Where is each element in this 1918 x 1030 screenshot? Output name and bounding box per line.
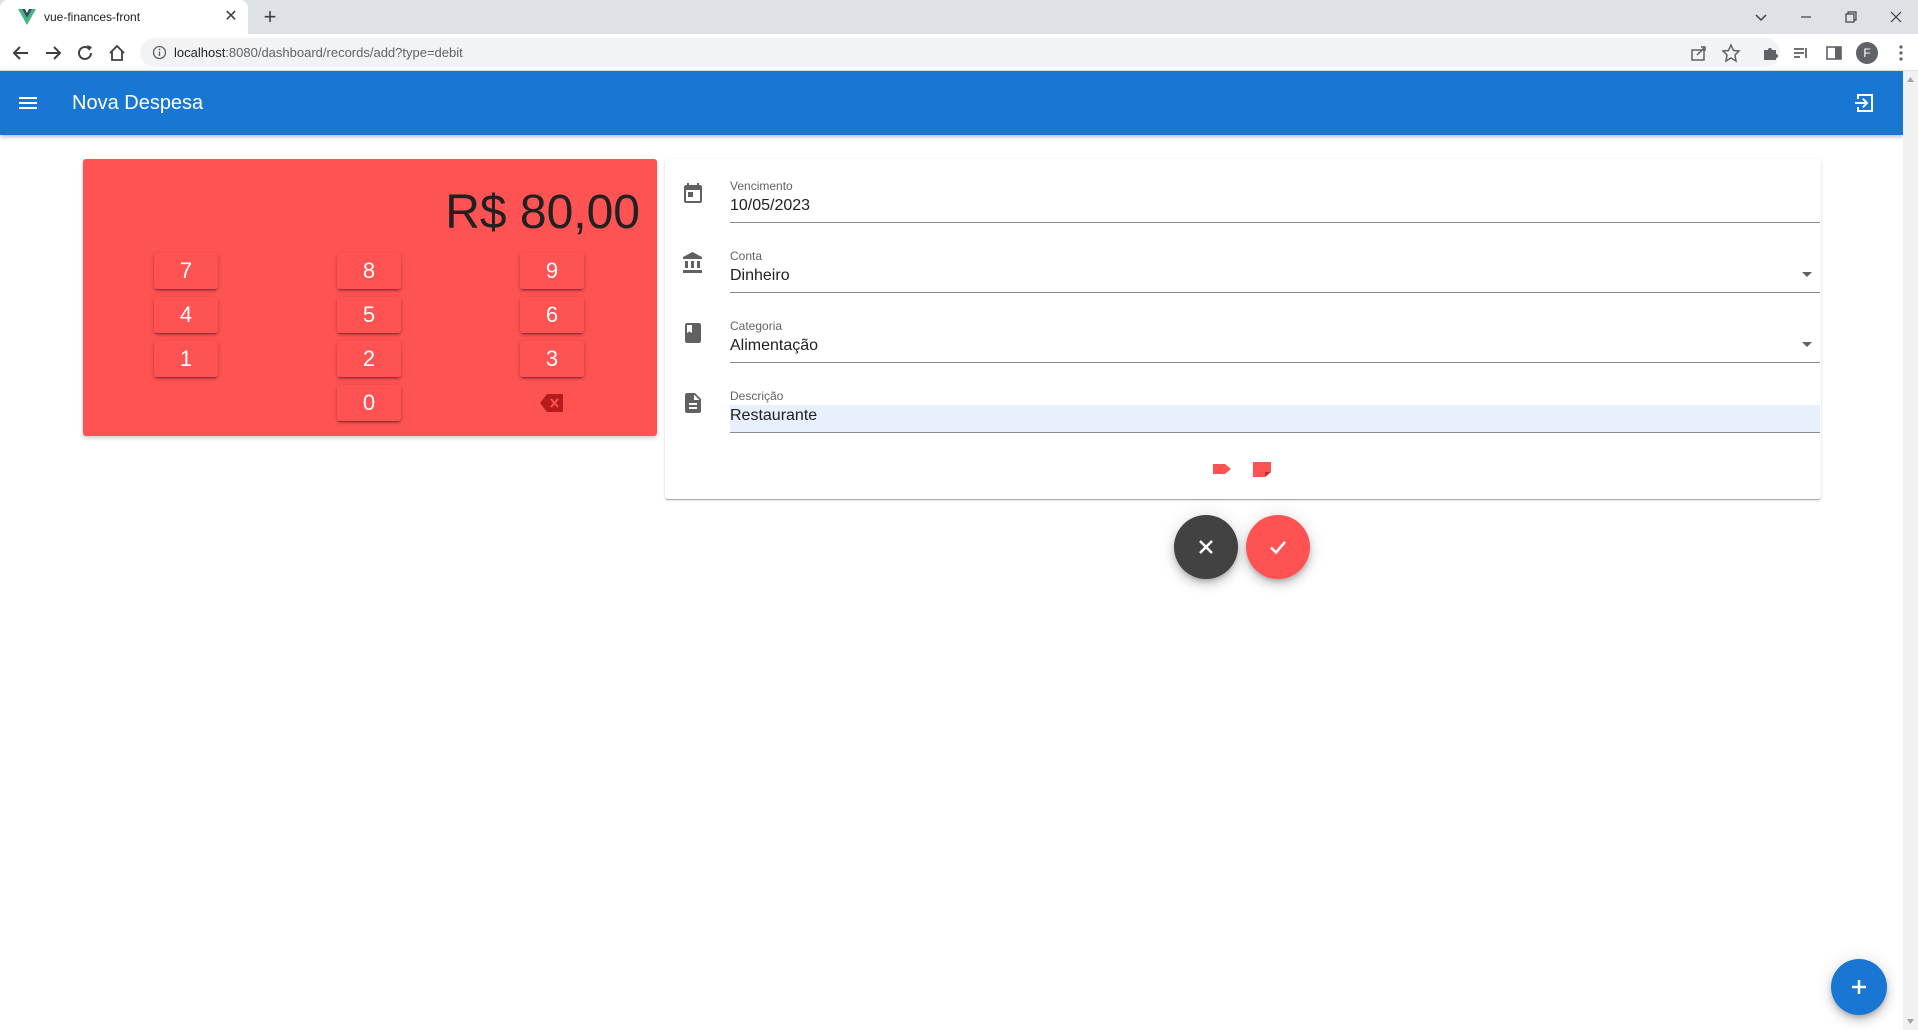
browser-tab[interactable]: vue-finances-front ✕ [0, 0, 248, 34]
tab-title: vue-finances-front [44, 10, 141, 24]
description-field[interactable]: Descrição Restaurante [681, 369, 1820, 433]
key-8[interactable]: 8 [337, 253, 401, 289]
account-label: Conta [730, 249, 763, 263]
url-path: :8080/dashboard/records/add?type=debit [225, 45, 463, 60]
account-dropdown-arrow-icon[interactable] [1802, 272, 1812, 277]
account-value[interactable]: Dinheiro [730, 267, 790, 285]
description-input-background [730, 405, 1820, 433]
cancel-button[interactable] [1174, 515, 1238, 579]
account-underline [730, 292, 1820, 293]
add-record-button[interactable] [1831, 959, 1887, 1015]
key-7[interactable]: 7 [154, 253, 218, 289]
check-icon [1270, 541, 1286, 555]
tab-search-icon[interactable] [1750, 6, 1772, 28]
browser-toolbar: localhost:8080/dashboard/records/add?typ… [0, 34, 1918, 71]
key-3[interactable]: 3 [520, 341, 584, 377]
close-window-icon[interactable] [1885, 6, 1907, 28]
bookmark-star-icon[interactable] [1720, 42, 1742, 64]
category-value[interactable]: Alimentação [730, 337, 818, 355]
vue-logo-icon [18, 9, 36, 25]
close-tab-icon[interactable]: ✕ [222, 8, 240, 26]
minimize-icon[interactable] [1795, 6, 1817, 28]
description-input[interactable]: Restaurante [730, 407, 817, 425]
due-date-underline [730, 222, 1820, 223]
profile-avatar[interactable]: F [1856, 42, 1878, 64]
restore-icon[interactable] [1840, 6, 1862, 28]
key-0[interactable]: 0 [337, 385, 401, 421]
tag-icon[interactable] [1210, 457, 1234, 481]
address-bar[interactable]: localhost:8080/dashboard/records/add?typ… [140, 38, 1780, 67]
close-icon [1199, 540, 1213, 554]
category-label: Categoria [730, 319, 783, 333]
bank-icon [683, 252, 702, 273]
backspace-button[interactable] [520, 385, 584, 421]
key-2[interactable]: 2 [337, 341, 401, 377]
due-date-field[interactable]: Vencimento 10/05/2023 [681, 159, 1820, 223]
plus-icon [1852, 980, 1866, 994]
category-dropdown-arrow-icon[interactable] [1802, 342, 1812, 347]
account-select[interactable]: Conta Dinheiro [681, 229, 1820, 293]
reload-icon[interactable] [74, 42, 96, 64]
media-queue-icon[interactable] [1790, 42, 1812, 64]
book-icon [685, 323, 701, 343]
amount-keypad-card: R$ 80,00 7 8 9 4 5 6 1 2 3 0 [83, 159, 657, 436]
page-title: Nova Despesa [72, 92, 204, 114]
confirm-button[interactable] [1246, 515, 1310, 579]
category-select[interactable]: Categoria Alimentação [681, 299, 1820, 363]
due-date-label: Vencimento [730, 179, 793, 193]
browser-tabstrip: vue-finances-front ✕ + [0, 0, 1918, 34]
calendar-icon [684, 183, 702, 203]
new-tab-icon[interactable]: + [259, 6, 281, 28]
key-9[interactable]: 9 [520, 253, 584, 289]
forward-icon[interactable] [42, 42, 64, 64]
key-6[interactable]: 6 [520, 297, 584, 333]
url-host: localhost [174, 45, 226, 60]
share-icon[interactable] [1688, 42, 1710, 64]
home-icon[interactable] [106, 42, 128, 64]
page-scrollbar[interactable] [1903, 71, 1918, 1030]
note-icon[interactable] [1250, 457, 1274, 481]
url-text: localhost:8080/dashboard/records/add?typ… [174, 45, 463, 60]
amount-display: R$ 80,00 [445, 186, 640, 239]
key-4[interactable]: 4 [154, 297, 218, 333]
side-panel-icon[interactable] [1823, 42, 1845, 64]
scroll-up-arrow-icon[interactable] [1906, 75, 1915, 84]
record-form-card: Vencimento 10/05/2023 Conta Dinheiro Cat… [665, 159, 1821, 499]
key-1[interactable]: 1 [154, 341, 218, 377]
description-label: Descrição [730, 389, 784, 403]
extensions-icon[interactable] [1759, 42, 1781, 64]
hamburger-menu-icon[interactable] [16, 91, 40, 115]
back-icon[interactable] [10, 42, 32, 64]
description-underline [730, 432, 1820, 433]
browser-menu-icon[interactable] [1890, 42, 1912, 64]
due-date-value[interactable]: 10/05/2023 [730, 197, 810, 215]
document-icon [685, 393, 701, 413]
backspace-icon [540, 394, 563, 412]
key-5[interactable]: 5 [337, 297, 401, 333]
logout-icon[interactable] [1852, 91, 1876, 115]
app-toolbar: Nova Despesa [0, 71, 1903, 135]
category-underline [730, 362, 1820, 363]
site-info-icon[interactable] [152, 45, 167, 60]
scroll-down-arrow-icon[interactable] [1906, 1017, 1915, 1026]
